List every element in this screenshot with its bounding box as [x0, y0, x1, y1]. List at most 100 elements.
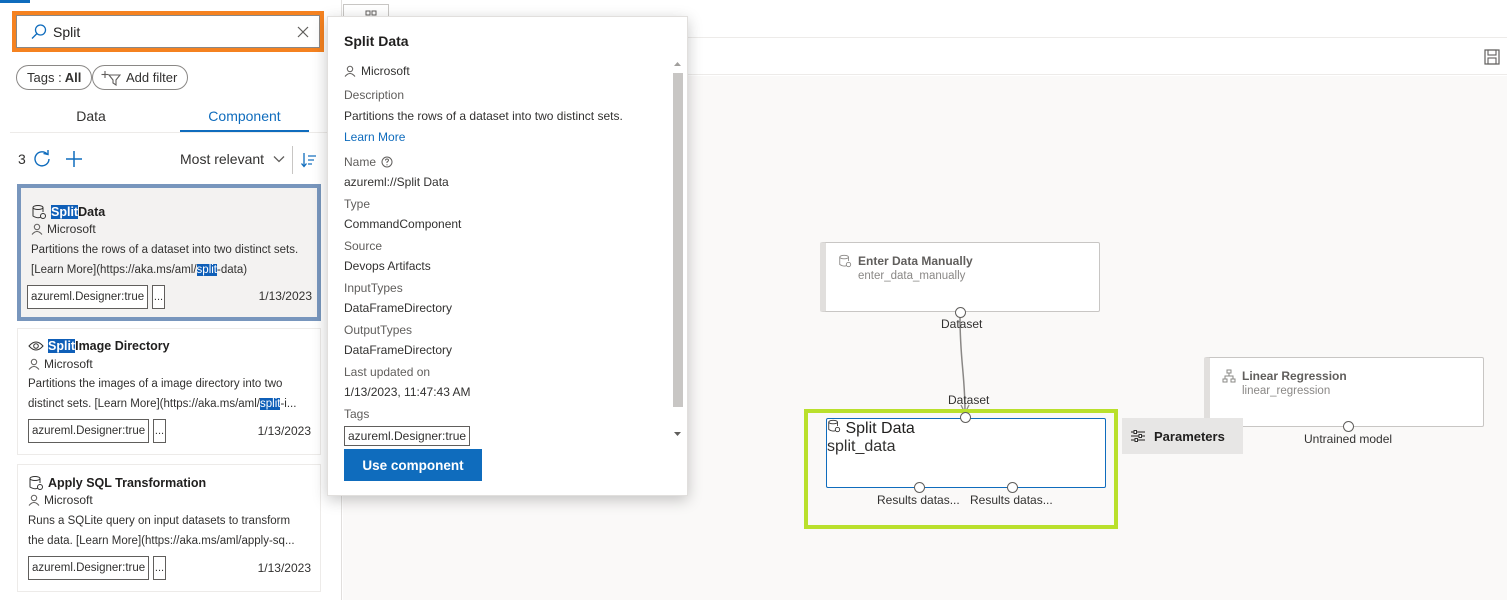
info-icon[interactable]	[381, 156, 393, 168]
tag-chip: azureml.Designer:true	[28, 556, 149, 580]
tags-filter-pill[interactable]: Tags : All	[16, 65, 93, 90]
component-panel: Tags :All Add filter Data Component 3 Mo…	[0, 0, 342, 600]
dataset-module-icon	[29, 476, 43, 490]
tags-filter-value: All	[64, 70, 82, 85]
popup-scrollbar[interactable]	[671, 57, 684, 441]
description-text: distinct sets. [Learn More](https://aka.…	[28, 398, 260, 410]
add-component-button[interactable]	[63, 148, 85, 170]
description-search-match: split	[260, 398, 281, 410]
output-port-1-label: Results datas...	[877, 493, 960, 507]
node-linear-regression[interactable]: Linear Regression linear_regression	[1204, 357, 1484, 427]
card-title: Apply SQL Transformation	[28, 475, 206, 491]
person-icon	[344, 65, 356, 77]
parameters-label: Parameters	[1154, 428, 1225, 444]
active-tab-indicator	[180, 130, 309, 132]
name-label: Name	[344, 155, 393, 169]
output-types-label: OutputTypes	[344, 323, 413, 337]
card-date: 1/13/2023	[258, 289, 312, 303]
clear-search-button[interactable]	[289, 18, 317, 46]
person-icon	[28, 494, 40, 506]
sort-descending-icon	[300, 153, 316, 168]
description-line: [Learn More](https://aka.ms/aml/split-da…	[31, 260, 316, 280]
search-field	[16, 15, 320, 48]
chevron-down-icon	[273, 156, 285, 163]
sort-order-button[interactable]	[292, 146, 324, 174]
output-port-2[interactable]	[1007, 482, 1018, 493]
description-text: -data)	[217, 264, 248, 276]
plus-icon	[66, 151, 82, 167]
node-enter-data-manually[interactable]: Enter Data Manually enter_data_manually	[820, 242, 1100, 312]
card-author: Microsoft	[31, 222, 96, 236]
popup-author-name: Microsoft	[361, 64, 410, 78]
search-input[interactable]	[53, 16, 289, 47]
add-filter-label: Add filter	[126, 70, 178, 85]
card-title: Split Image Directory	[28, 339, 170, 353]
input-port[interactable]	[960, 412, 971, 423]
scrollbar-thumb[interactable]	[673, 73, 683, 407]
source-label: Source	[344, 239, 383, 253]
node-title: Enter Data Manually	[838, 254, 973, 268]
title-search-match: Split	[48, 339, 76, 353]
description-value: Partitions the rows of a dataset into tw…	[344, 109, 623, 123]
tags-label: Tags	[344, 407, 370, 421]
tag-chip: azureml.Designer:true	[28, 419, 149, 443]
add-filter-button[interactable]: Add filter	[92, 65, 189, 90]
title-rest: Image Directory	[75, 339, 170, 353]
node-split-data[interactable]: Split Data split_data	[826, 418, 1106, 488]
tag-chip: azureml.Designer:true	[27, 285, 148, 309]
parameters-button[interactable]: Parameters	[1122, 418, 1243, 454]
close-icon	[297, 26, 309, 37]
eye-icon	[28, 341, 44, 351]
tab-data[interactable]: Data	[28, 108, 154, 132]
tags-filter-label: Tags :	[27, 70, 62, 85]
learn-more-link[interactable]: Learn More	[344, 130, 405, 144]
sliders-icon	[1131, 430, 1145, 442]
input-types-label: InputTypes	[344, 281, 403, 295]
popup-title: Split Data	[344, 33, 409, 49]
card-author: Microsoft	[28, 357, 93, 371]
refresh-icon	[34, 150, 50, 167]
description-line: Partitions the rows of a dataset into tw…	[31, 244, 299, 256]
scroll-down-icon[interactable]	[671, 429, 684, 439]
title-search-match: Split	[51, 205, 79, 219]
type-label: Type	[344, 197, 371, 211]
dataset-module-icon	[839, 254, 852, 268]
component-card-split-image-directory[interactable]: Split Image Directory Microsoft Partitio…	[17, 328, 321, 455]
scroll-up-icon[interactable]	[671, 59, 684, 69]
tab-component[interactable]: Component	[180, 108, 309, 132]
node-subtitle: split_data	[827, 438, 896, 455]
input-port-label: Dataset	[948, 393, 990, 407]
component-card-split-data[interactable]: Split Data Microsoft Partitions the rows…	[17, 184, 321, 321]
input-types-value: DataFrameDirectory	[344, 301, 453, 315]
node-title-text: Enter Data Manually	[858, 254, 973, 268]
model-tree-icon	[1222, 369, 1236, 383]
component-detail-popup: Split Data Microsoft Description Partiti…	[327, 16, 688, 496]
person-icon	[28, 358, 40, 370]
more-tags-button[interactable]: ...	[152, 285, 165, 309]
source-value: Devops Artifacts	[344, 259, 431, 273]
description-label: Description	[344, 88, 405, 102]
card-title: Split Data	[31, 204, 105, 220]
more-tags-button[interactable]: ...	[153, 556, 166, 580]
search-icon	[27, 20, 51, 44]
card-description: Partitions the images of a image directo…	[28, 374, 313, 414]
node-title-text: Linear Regression	[1242, 369, 1347, 383]
author-name: Microsoft	[44, 357, 93, 371]
refresh-button[interactable]	[31, 148, 53, 170]
last-updated-value: 1/13/2023, 11:47:43 AM	[344, 385, 471, 399]
description-line: Runs a SQLite query on input datasets to…	[28, 515, 291, 527]
use-component-button[interactable]: Use component	[344, 449, 482, 481]
dataset-module-icon	[828, 419, 841, 433]
type-value: CommandComponent	[344, 217, 462, 231]
tabs-divider	[10, 132, 330, 133]
card-date: 1/13/2023	[257, 424, 311, 438]
dataset-module-icon	[32, 205, 46, 219]
more-tags-button[interactable]: ...	[153, 419, 166, 443]
sort-dropdown[interactable]: Most relevant	[180, 151, 286, 167]
popup-author: Microsoft	[344, 64, 410, 78]
component-card-apply-sql-transformation[interactable]: Apply SQL Transformation Microsoft Runs …	[17, 464, 321, 592]
output-port[interactable]	[1343, 421, 1354, 432]
title-text: Apply SQL Transformation	[48, 476, 207, 490]
output-port-1[interactable]	[914, 482, 925, 493]
card-date: 1/13/2023	[257, 561, 311, 575]
